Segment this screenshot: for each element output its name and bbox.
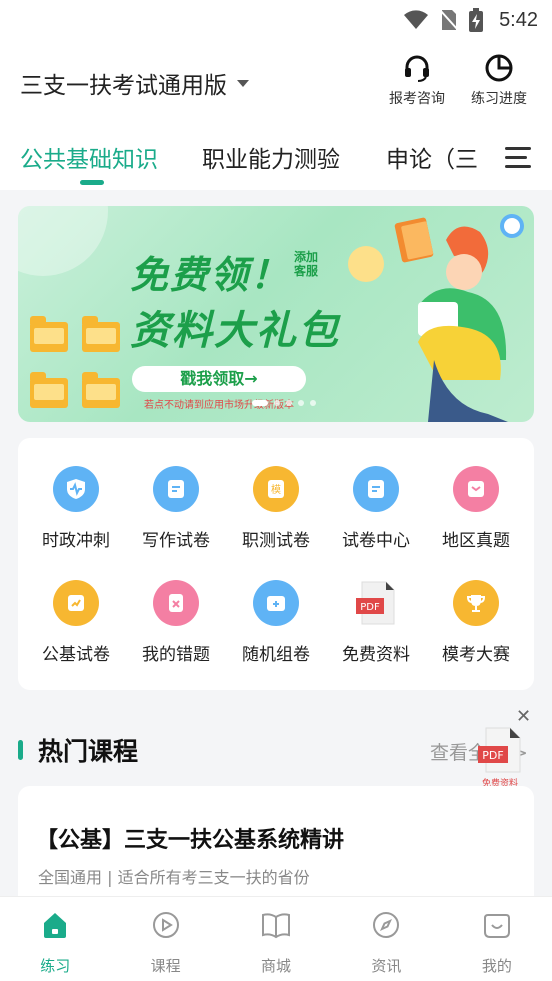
- grid-item-current-affairs[interactable]: 时政冲刺: [26, 466, 126, 551]
- pdf-file-icon: PDF: [478, 727, 521, 773]
- section-accent-bar: [18, 740, 23, 760]
- document-icon: [153, 466, 199, 512]
- grid-item-aptitude-papers[interactable]: 模 职测试卷: [226, 466, 326, 551]
- close-icon[interactable]: ✕: [516, 706, 531, 727]
- trophy-icon: [453, 580, 499, 626]
- folder-icon: [82, 316, 120, 352]
- grid-item-free-materials[interactable]: PDF 免费资料: [326, 580, 426, 665]
- pdf-file-icon: PDF: [353, 580, 399, 626]
- exam-selector[interactable]: 三支一扶考试通用版: [20, 66, 249, 100]
- header: 三支一扶考试通用版 报考咨询 练习进度: [0, 40, 552, 124]
- grid-item-label: 我的错题: [142, 645, 210, 665]
- course-subtitle: 全国通用 | 适合所有考三支一扶的省份: [38, 868, 310, 887]
- wifi-icon: [404, 10, 429, 29]
- nav-label: 课程: [150, 957, 181, 975]
- book-open-icon: [262, 913, 291, 939]
- tab-aptitude-test[interactable]: 职业能力测验: [202, 140, 340, 174]
- tab-essay[interactable]: 申论（三: [386, 140, 478, 174]
- trend-card-icon: [53, 580, 99, 626]
- pagination-dot: [310, 400, 316, 406]
- consult-label: 报考咨询: [389, 91, 445, 107]
- nav-practice[interactable]: 练习: [0, 897, 110, 981]
- headset-icon: [405, 55, 429, 82]
- nav-label: 资讯: [371, 957, 402, 975]
- error-note-icon: [153, 580, 199, 626]
- pie-chart-icon: [485, 54, 513, 82]
- nav-store[interactable]: 商城: [221, 897, 331, 981]
- status-bar: 5:42: [0, 0, 552, 40]
- pagination-dot: [298, 400, 304, 406]
- grid-item-random-paper[interactable]: 随机组卷: [226, 580, 326, 665]
- pagination-dot: [286, 400, 292, 406]
- progress-label: 练习进度: [471, 91, 527, 107]
- grid-item-label: 模考大赛: [442, 645, 510, 665]
- banner-tag: 添加客服: [294, 250, 319, 278]
- smile-icon: [483, 914, 510, 938]
- hot-courses-title: 热门课程: [38, 737, 139, 766]
- hot-courses-header: 热门课程 查看全部 >: [18, 730, 534, 770]
- nav-courses[interactable]: 课程: [110, 897, 220, 981]
- folder-icon: [30, 372, 68, 408]
- status-time: 5:42: [499, 8, 538, 31]
- svg-text:PDF: PDF: [482, 749, 503, 762]
- pagination-dot: [252, 400, 268, 406]
- grid-item-paper-center[interactable]: 试卷中心: [326, 466, 426, 551]
- grid-item-label: 公基试卷: [42, 645, 110, 665]
- svg-text:模: 模: [271, 484, 281, 496]
- mock-exam-icon: 模: [253, 466, 299, 512]
- pagination-dot: [274, 400, 280, 406]
- tab-public-knowledge[interactable]: 公共基础知识: [20, 140, 158, 174]
- grid-item-label: 时政冲刺: [42, 531, 110, 551]
- subject-tabs: 公共基础知识 职业能力测验 申论（三: [0, 124, 552, 190]
- grid-item-label: 试卷中心: [342, 531, 410, 551]
- grid-item-my-mistakes[interactable]: 我的错题: [126, 580, 226, 665]
- no-sim-icon: [439, 9, 459, 31]
- nav-label: 我的: [481, 957, 512, 975]
- active-tab-indicator: [80, 180, 104, 185]
- promo-banner[interactable]: 免费领！ 添加客服 资料大礼包 戳我领取→ 若点不动请到应用市场升级新版本: [18, 206, 534, 422]
- grid-item-label: 免费资料: [342, 645, 410, 665]
- bottom-nav: 练习 课程 商城 资讯 我的: [0, 896, 552, 981]
- nav-profile[interactable]: 我的: [442, 897, 552, 981]
- hamburger-menu-icon[interactable]: [492, 124, 552, 190]
- consult-button[interactable]: 报考咨询: [382, 52, 452, 108]
- home-icon: [44, 913, 67, 938]
- banner-claim-button[interactable]: 戳我领取→: [132, 366, 306, 392]
- feature-grid: 时政冲刺 写作试卷 模 职测试卷 试卷中心 地区真题 公基试卷 我的错题 随机组…: [18, 438, 534, 690]
- grid-item-label: 地区真题: [442, 531, 510, 551]
- svg-text:PDF: PDF: [360, 602, 380, 613]
- play-circle-icon: [152, 912, 179, 938]
- floating-free-materials[interactable]: PDF 免费资料: [476, 726, 524, 789]
- student-illustration: [394, 214, 524, 422]
- grid-item-label: 职测试卷: [242, 531, 310, 551]
- compass-icon: [373, 912, 400, 938]
- nav-news[interactable]: 资讯: [331, 897, 441, 981]
- grid-item-label: 随机组卷: [242, 645, 310, 665]
- grid-item-public-papers[interactable]: 公基试卷: [26, 580, 126, 665]
- nav-label: 商城: [261, 957, 292, 975]
- add-folder-icon: [253, 580, 299, 626]
- folder-icon: [82, 372, 120, 408]
- banner-headline: 免费领！: [130, 253, 291, 297]
- grid-item-writing-papers[interactable]: 写作试卷: [126, 466, 226, 551]
- caret-down-icon: [237, 79, 249, 87]
- banner-subhead: 资料大礼包: [130, 308, 340, 354]
- battery-charging-icon: [469, 8, 484, 32]
- progress-button[interactable]: 练习进度: [464, 52, 534, 108]
- shield-pulse-icon: [53, 466, 99, 512]
- grid-item-regional-exams[interactable]: 地区真题: [426, 466, 526, 551]
- course-title: 【公基】三支一扶公基系统精讲: [36, 828, 345, 853]
- document-icon: [353, 466, 399, 512]
- app-title: 三支一扶考试通用版: [20, 73, 227, 99]
- grid-item-mock-contest[interactable]: 模考大赛: [426, 580, 526, 665]
- folder-icon: [30, 316, 68, 352]
- grid-item-label: 写作试卷: [142, 531, 210, 551]
- nav-label: 练习: [40, 957, 71, 975]
- chat-card-icon: [453, 466, 499, 512]
- banner-pagination: [252, 400, 316, 406]
